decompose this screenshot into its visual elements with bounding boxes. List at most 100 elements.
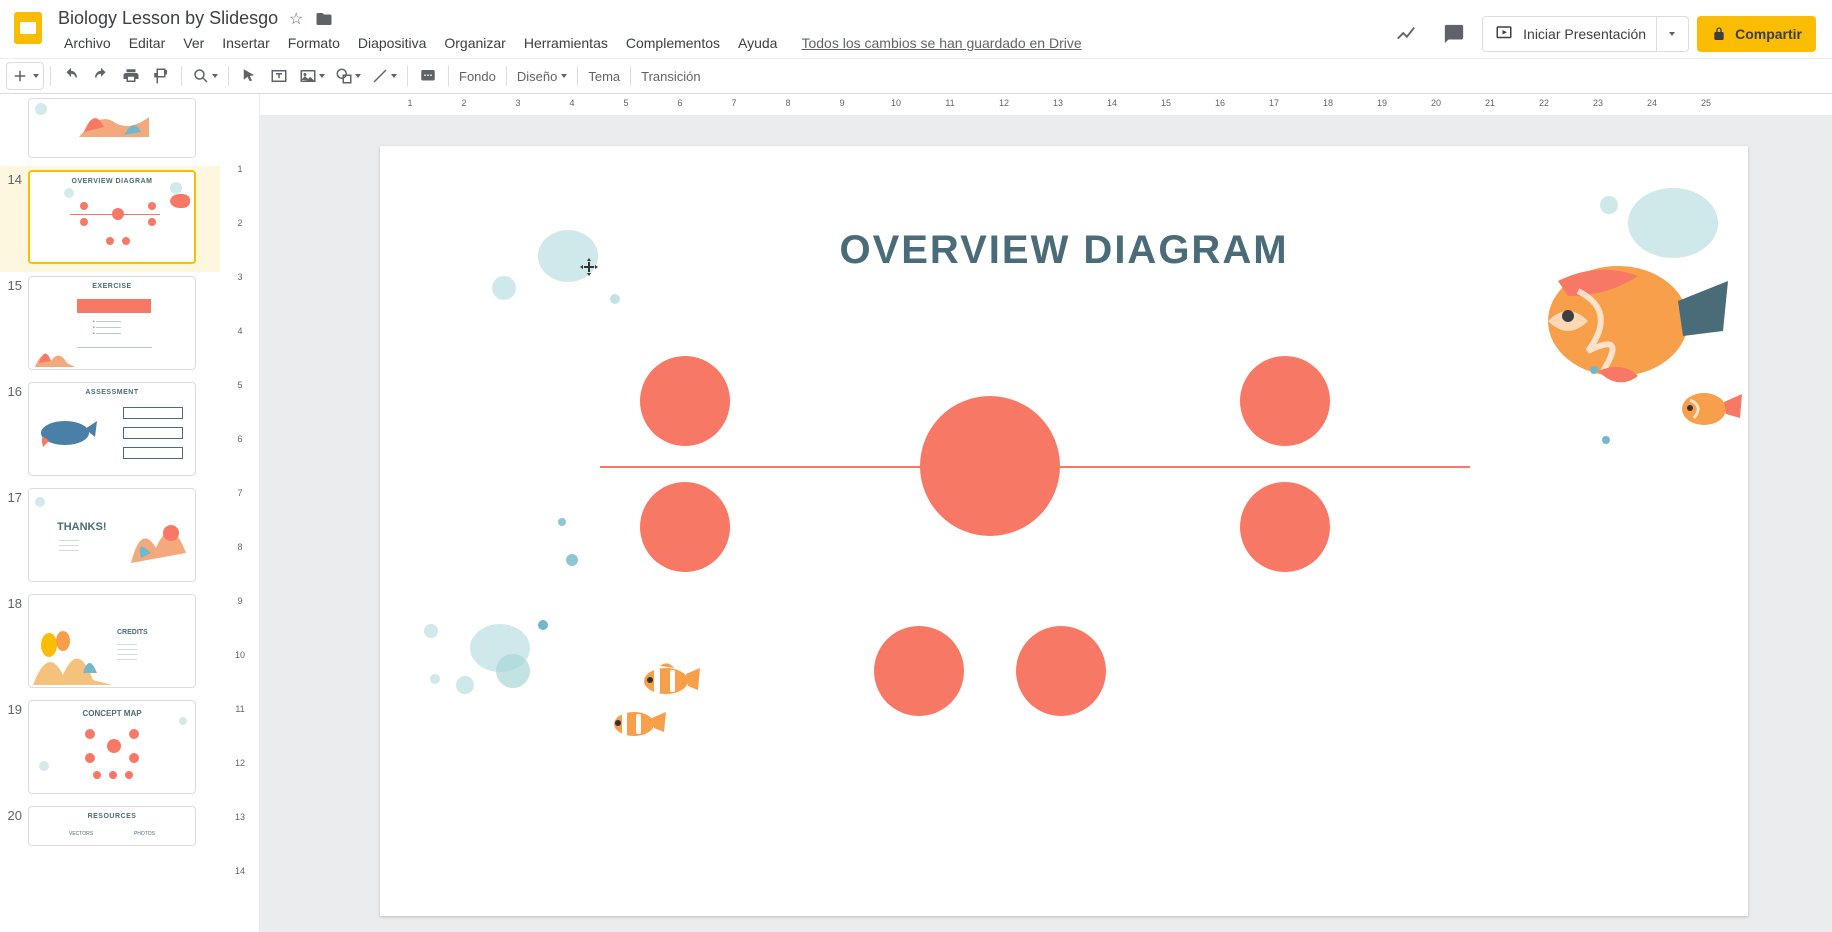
caret-down-icon [33, 74, 39, 78]
thumbnail-canvas [28, 98, 196, 158]
fish-illustration[interactable] [1676, 384, 1742, 434]
comments-icon[interactable] [1434, 14, 1474, 54]
bubble-decoration[interactable] [1590, 366, 1598, 374]
thumbnail-canvas: THANKS! ——————————————— [28, 488, 196, 582]
bubble-decoration[interactable] [430, 674, 440, 684]
diagram-node[interactable] [1240, 356, 1330, 446]
menu-organizar[interactable]: Organizar [436, 31, 513, 55]
diagram-node[interactable] [640, 482, 730, 572]
clownfish-illustration[interactable] [610, 706, 666, 742]
theme-button[interactable]: Tema [584, 62, 624, 90]
menu-insertar[interactable]: Insertar [214, 31, 277, 55]
new-slide-button[interactable] [6, 62, 44, 90]
present-icon [1495, 24, 1513, 45]
undo-button[interactable] [57, 62, 85, 90]
caret-down-icon [561, 74, 567, 78]
app-header: Biology Lesson by Slidesgo ☆ Archivo Edi… [0, 0, 1832, 58]
select-tool[interactable] [235, 62, 263, 90]
menu-herramientas[interactable]: Herramientas [516, 31, 616, 55]
clownfish-illustration[interactable] [640, 662, 700, 700]
textbox-tool[interactable] [265, 62, 293, 90]
caret-down-icon [1669, 32, 1675, 36]
menu-editar[interactable]: Editar [121, 31, 174, 55]
thumbnail-canvas: OVERVIEW DIAGRAM [28, 170, 196, 264]
share-label: Compartir [1735, 26, 1802, 42]
fish-illustration[interactable] [1528, 241, 1728, 401]
diagram-node[interactable] [1240, 482, 1330, 572]
thumbnail-canvas: EXERCISE • —————• —————• ————— —————————… [28, 276, 196, 370]
diagram-node[interactable] [1016, 626, 1106, 716]
menu-formato[interactable]: Formato [280, 31, 348, 55]
slides-logo[interactable] [8, 8, 48, 48]
shape-tool[interactable] [331, 62, 365, 90]
slide-stage[interactable]: OVERVIEW DIAGRAM [260, 116, 1832, 932]
toolbar: Fondo Diseño Tema Transición [0, 58, 1832, 94]
save-status[interactable]: Todos los cambios se han guardado en Dri… [801, 31, 1081, 55]
menu-archivo[interactable]: Archivo [56, 31, 119, 55]
menu-diapositiva[interactable]: Diapositiva [350, 31, 434, 55]
diagram-node[interactable] [640, 356, 730, 446]
header-actions: Iniciar Presentación Compartir [1386, 4, 1824, 54]
move-to-folder-icon[interactable] [314, 10, 334, 28]
document-title[interactable]: Biology Lesson by Slidesgo [58, 8, 278, 29]
comment-button[interactable] [414, 62, 442, 90]
diagram-node[interactable] [874, 626, 964, 716]
line-tool[interactable] [367, 62, 401, 90]
thumbnail-canvas: CREDITS ———————————————————— [28, 594, 196, 688]
bubble-decoration[interactable] [492, 276, 516, 300]
document-area: Biology Lesson by Slidesgo ☆ Archivo Edi… [52, 4, 1386, 55]
background-button[interactable]: Fondo [455, 62, 500, 90]
thumbnail-canvas: RESOURCES VECTORS PHOTOS [28, 806, 196, 846]
present-button[interactable]: Iniciar Presentación [1482, 16, 1689, 52]
paint-format-button[interactable] [147, 62, 175, 90]
caret-down-icon [355, 74, 361, 78]
menu-ayuda[interactable]: Ayuda [730, 31, 785, 55]
thumbnail-15[interactable]: 15 EXERCISE • —————• —————• ————— ——————… [0, 272, 220, 378]
menu-ver[interactable]: Ver [175, 31, 212, 55]
print-button[interactable] [117, 62, 145, 90]
layout-button[interactable]: Diseño [513, 62, 571, 90]
thumbnail-18[interactable]: 18 CREDITS ———————————————————— [0, 590, 220, 696]
horizontal-ruler[interactable]: 1 2 3 4 5 6 7 8 9 10 11 12 13 14 15 16 1… [260, 94, 1832, 116]
bubble-decoration[interactable] [566, 554, 578, 566]
caret-down-icon [212, 74, 218, 78]
bubble-decoration[interactable] [424, 624, 438, 638]
bubble-decoration[interactable] [456, 676, 474, 694]
thumbnail-17[interactable]: 17 THANKS! ——————————————— [0, 484, 220, 590]
slide-canvas[interactable]: OVERVIEW DIAGRAM [380, 146, 1748, 916]
bubble-decoration[interactable] [538, 620, 548, 630]
thumbnail-16[interactable]: 16 ASSESSMENT [0, 378, 220, 484]
caret-down-icon [391, 74, 397, 78]
redo-button[interactable] [87, 62, 115, 90]
thumbnail-20[interactable]: 20 RESOURCES VECTORS PHOTOS [0, 802, 220, 846]
bubble-decoration[interactable] [1602, 436, 1610, 444]
bubble-decoration[interactable] [558, 518, 566, 526]
present-dropdown[interactable] [1656, 17, 1684, 51]
thumbnail-canvas: CONCEPT MAP [28, 700, 196, 794]
diagram-node-center[interactable] [920, 396, 1060, 536]
present-label: Iniciar Presentación [1523, 26, 1646, 42]
stage-wrapper: 1 2 3 4 5 6 7 8 9 10 11 12 13 14 15 16 1… [260, 94, 1832, 932]
thumbnail-canvas: ASSESSMENT [28, 382, 196, 476]
move-cursor-icon [580, 258, 598, 276]
vertical-ruler[interactable]: 1 2 3 4 5 6 7 8 9 10 11 12 13 14 [220, 94, 260, 932]
editor-area: 1 2 3 4 5 6 7 8 9 10 11 12 13 14 1 2 3 4… [220, 94, 1832, 932]
thumbnail-14[interactable]: 14 OVERVIEW DIAGRAM [0, 166, 220, 272]
main-area: 14 OVERVIEW DIAGRAM 15 EXERCISE [0, 94, 1832, 932]
share-button[interactable]: Compartir [1697, 16, 1816, 52]
thumbnail-19[interactable]: 19 CONCEPT MAP [0, 696, 220, 802]
thumbnail-panel[interactable]: 14 OVERVIEW DIAGRAM 15 EXERCISE [0, 94, 220, 932]
bubble-decoration[interactable] [610, 294, 620, 304]
caret-down-icon [319, 74, 325, 78]
menu-complementos[interactable]: Complementos [618, 31, 728, 55]
zoom-button[interactable] [188, 62, 222, 90]
bubble-decoration[interactable] [496, 654, 530, 688]
star-icon[interactable]: ☆ [286, 9, 306, 29]
menu-bar: Archivo Editar Ver Insertar Formato Diap… [52, 29, 1386, 55]
thumbnail-13[interactable] [0, 98, 220, 166]
activity-icon[interactable] [1386, 14, 1426, 54]
bubble-decoration[interactable] [1600, 196, 1618, 214]
image-tool[interactable] [295, 62, 329, 90]
lock-icon [1711, 26, 1727, 42]
transition-button[interactable]: Transición [637, 62, 704, 90]
